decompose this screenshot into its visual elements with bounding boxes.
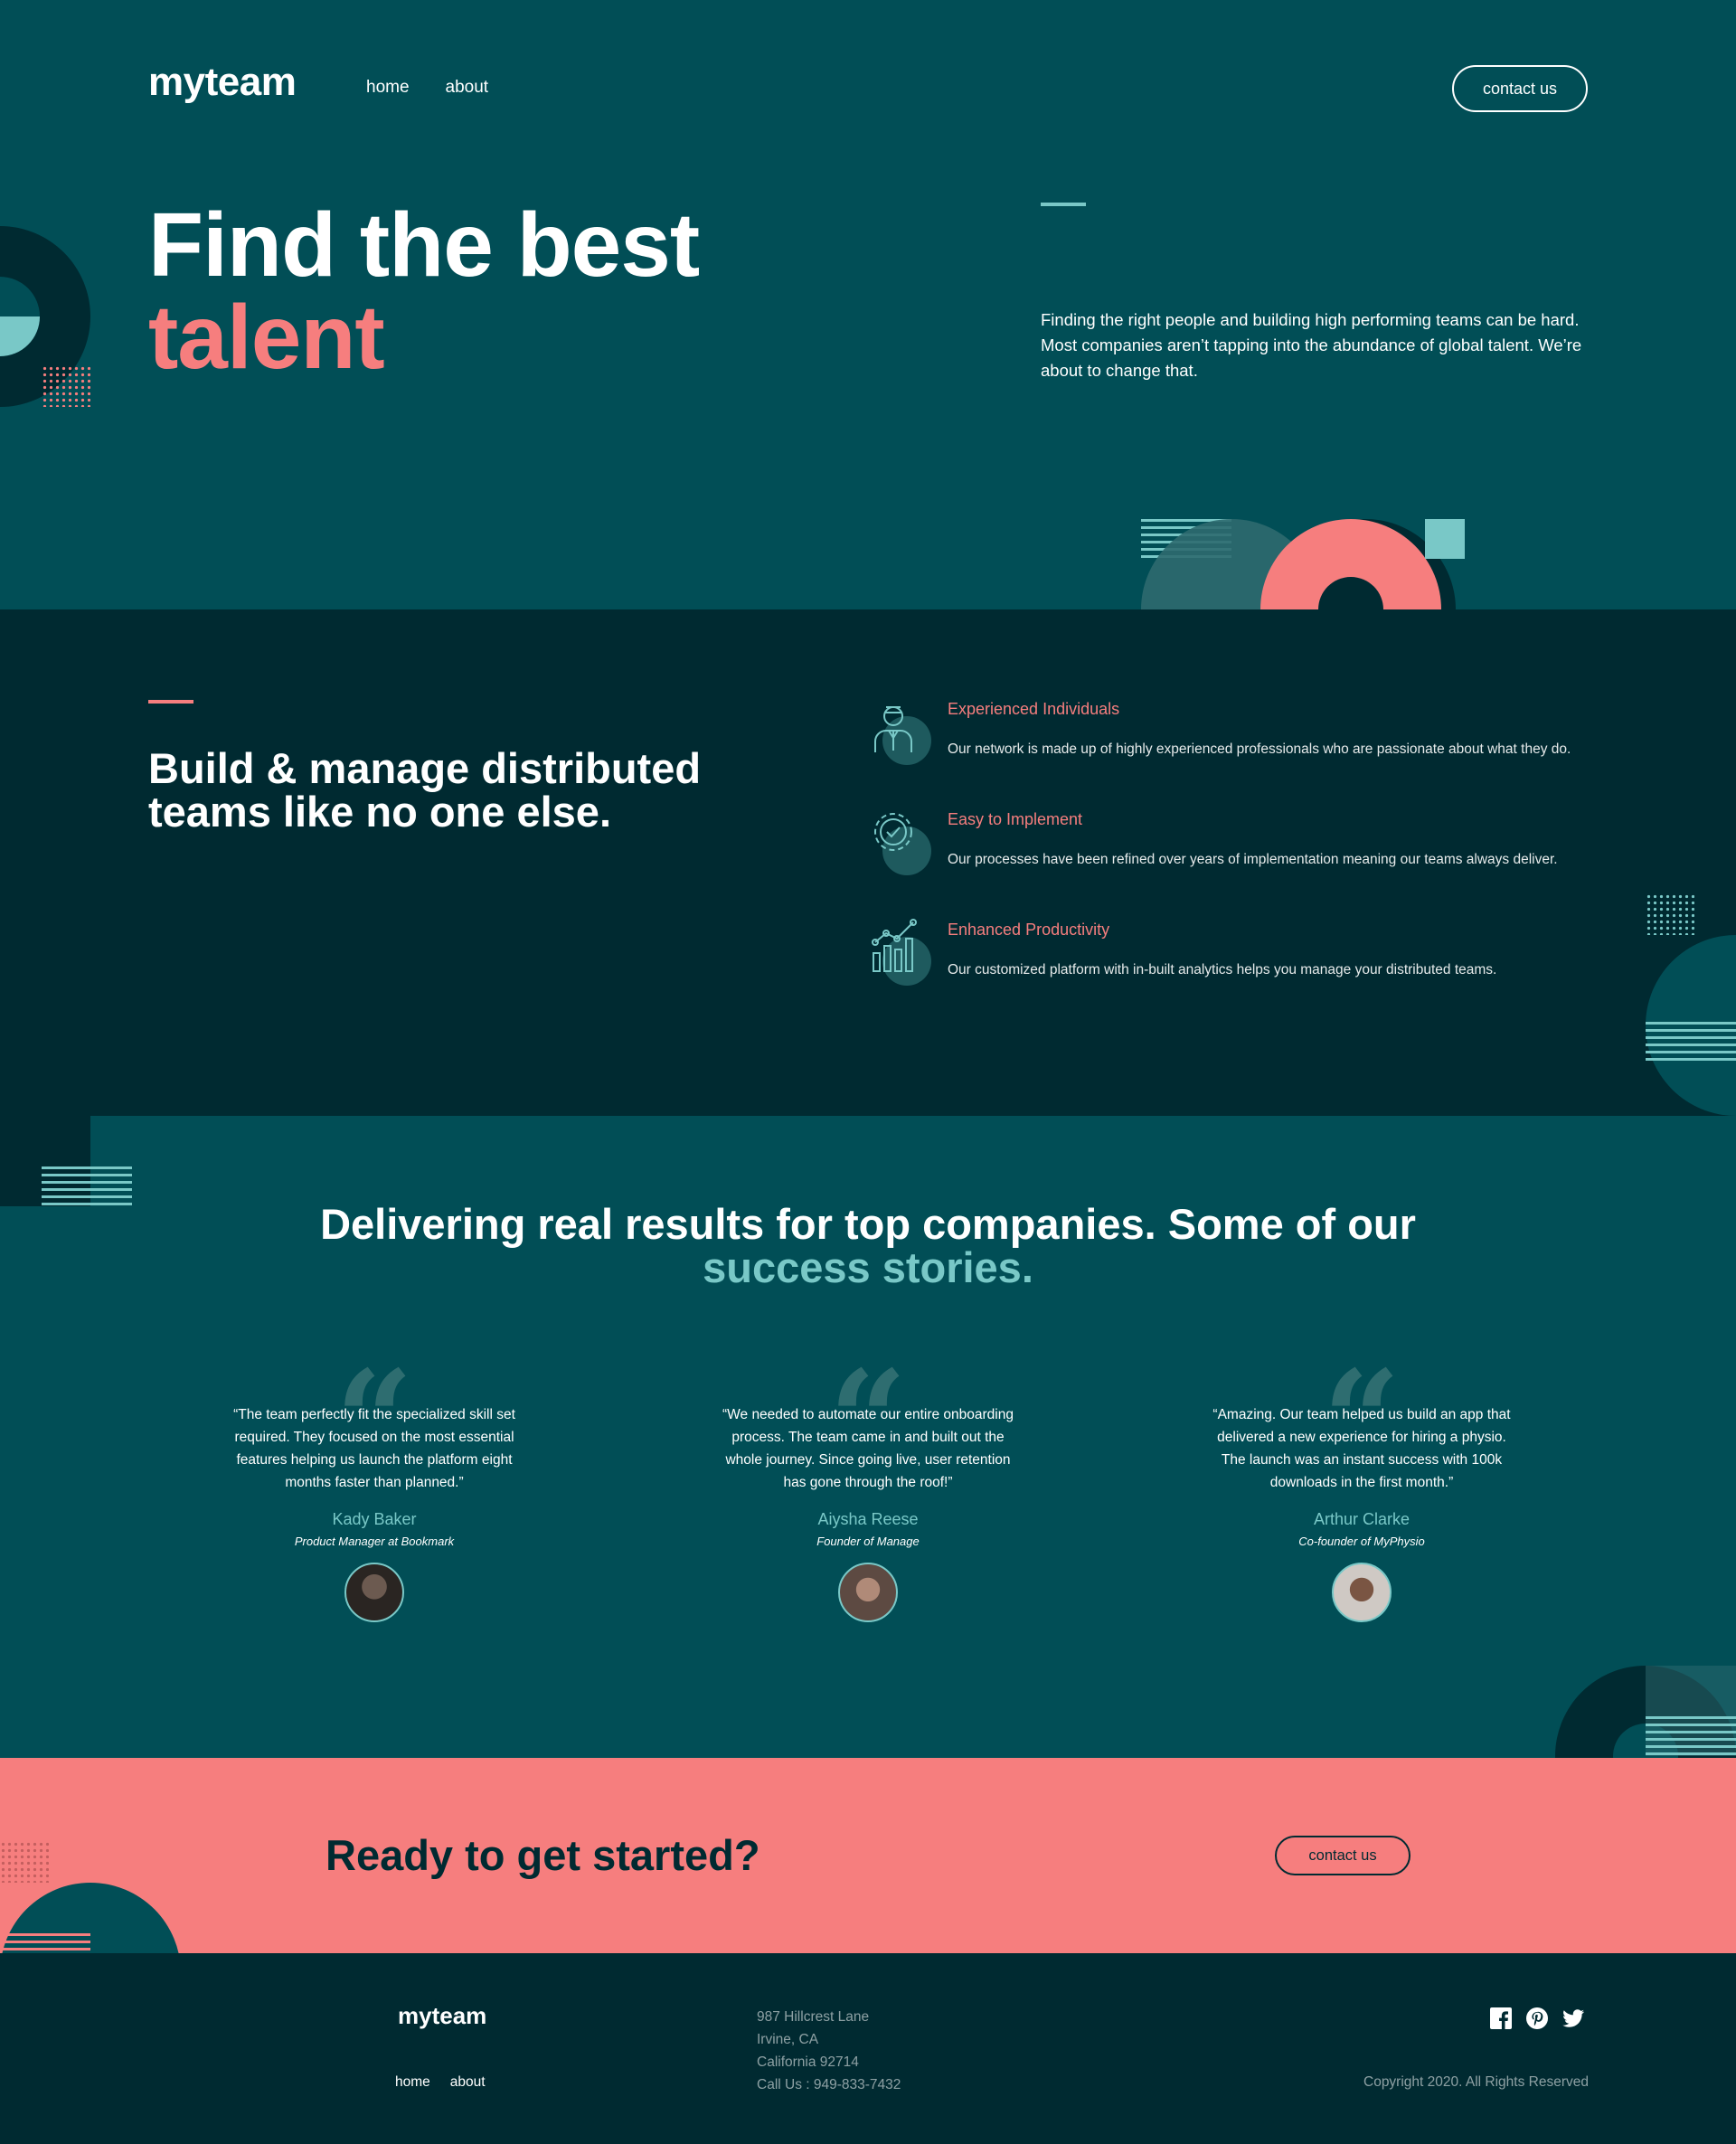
avatar — [344, 1563, 404, 1622]
facebook-icon[interactable] — [1490, 2007, 1512, 2029]
hero-section: myteam home about contact us Find the be… — [0, 0, 1736, 609]
address-line: 987 Hillcrest Lane — [757, 2009, 870, 2025]
testimonial-role: Co-founder of MyPhysio — [1298, 1535, 1425, 1548]
main-nav: home about — [366, 78, 488, 98]
testimonial-role: Product Manager at Bookmark — [294, 1535, 455, 1548]
hero-accent-dash — [1041, 203, 1086, 206]
pinterest-icon[interactable] — [1526, 2007, 1548, 2029]
hero-title-line2: talent — [148, 287, 385, 388]
testimonial-role: Founder of Manage — [816, 1535, 920, 1548]
person-icon — [866, 696, 931, 765]
stories-title: Delivering real results for top companie… — [0, 1203, 1736, 1289]
testimonial-card: “ “The team perfectly fit the specialize… — [221, 1353, 528, 1622]
cog-icon — [866, 807, 931, 875]
feature-title: Experienced Individuals — [948, 700, 1120, 718]
features-dots-decoration — [1646, 893, 1694, 935]
hero-title: Find the best talent — [148, 194, 700, 388]
footer-address: 987 Hillcrest Lane Irvine, CA California… — [757, 2006, 901, 2096]
address-phone: Call Us : 949-833-7432 — [757, 2077, 901, 2092]
footer-nav-about[interactable]: about — [450, 2074, 486, 2091]
feature-desc: Our network is made up of highly experie… — [948, 741, 1571, 757]
feature-item: Experienced Individuals Our network is m… — [866, 696, 1590, 778]
feature-desc: Our customized platform with in-built an… — [948, 962, 1497, 978]
hero-circles-decoration — [1141, 519, 1465, 609]
testimonial-name: Aiysha Reese — [817, 1510, 919, 1528]
features-lines-decoration — [1646, 1022, 1736, 1062]
avatar — [1332, 1563, 1392, 1622]
stories-lines-decoration — [42, 1166, 132, 1206]
stories-title-highlight: success stories. — [703, 1243, 1033, 1291]
social-links — [1490, 2007, 1585, 2029]
chart-icon — [866, 917, 931, 986]
cta-lines-decoration — [0, 1933, 90, 1953]
features-section: Build & manage distributed teams like no… — [0, 609, 1736, 1116]
hero-dots-decoration — [42, 365, 90, 407]
nav-home[interactable]: home — [366, 78, 410, 98]
cta-dots-decoration — [0, 1841, 49, 1883]
avatar — [838, 1563, 898, 1622]
feature-item: Enhanced Productivity Our customized pla… — [866, 917, 1590, 998]
hero-text: Finding the right people and building hi… — [1041, 310, 1582, 380]
footer-logo[interactable]: myteam — [398, 2002, 486, 2030]
twitter-icon[interactable] — [1562, 2007, 1585, 2029]
testimonial-name: Arthur Clarke — [1313, 1510, 1410, 1528]
feature-item: Easy to Implement Our processes have bee… — [866, 807, 1590, 888]
testimonial-card: “ “Amazing. Our team helped us build an … — [1208, 1353, 1515, 1622]
features-accent-dash — [148, 700, 193, 704]
copyright: Copyright 2020. All Rights Reserved — [1363, 2074, 1589, 2090]
address-line: California 92714 — [757, 2054, 859, 2070]
nav-about[interactable]: about — [446, 78, 489, 98]
footer: myteam home about 987 Hillcrest Lane Irv… — [0, 1953, 1736, 2144]
address-line: Irvine, CA — [757, 2032, 819, 2047]
footer-nav-home[interactable]: home — [395, 2074, 430, 2091]
testimonial-quote: “Amazing. Our team helped us build an ap… — [1212, 1407, 1511, 1490]
contact-us-button[interactable]: contact us — [1452, 65, 1588, 112]
cta-contact-button[interactable]: contact us — [1275, 1836, 1410, 1875]
footer-nav: home about — [395, 2074, 486, 2091]
logo[interactable]: myteam — [148, 60, 297, 105]
testimonial-name: Kady Baker — [332, 1510, 417, 1528]
stories-lines-decoration-right — [1646, 1716, 1736, 1756]
testimonial-quote: “We needed to automate our entire onboar… — [722, 1407, 1014, 1490]
stories-title-text: Delivering real results for top companie… — [320, 1200, 1416, 1248]
features-title: Build & manage distributed teams like no… — [148, 744, 702, 836]
hero-title-line1: Find the best — [148, 194, 700, 296]
feature-title: Enhanced Productivity — [948, 921, 1110, 939]
cta-section: Ready to get started? contact us — [0, 1758, 1736, 1953]
testimonial-quote: “The team perfectly fit the specialized … — [233, 1407, 515, 1490]
testimonials-section: Delivering real results for top companie… — [0, 1116, 1736, 1758]
feature-desc: Our processes have been refined over yea… — [948, 852, 1558, 867]
feature-title: Easy to Implement — [948, 810, 1083, 828]
cta-title: Ready to get started? — [326, 1831, 760, 1879]
testimonial-card: “ “We needed to automate our entire onbo… — [714, 1353, 1022, 1622]
